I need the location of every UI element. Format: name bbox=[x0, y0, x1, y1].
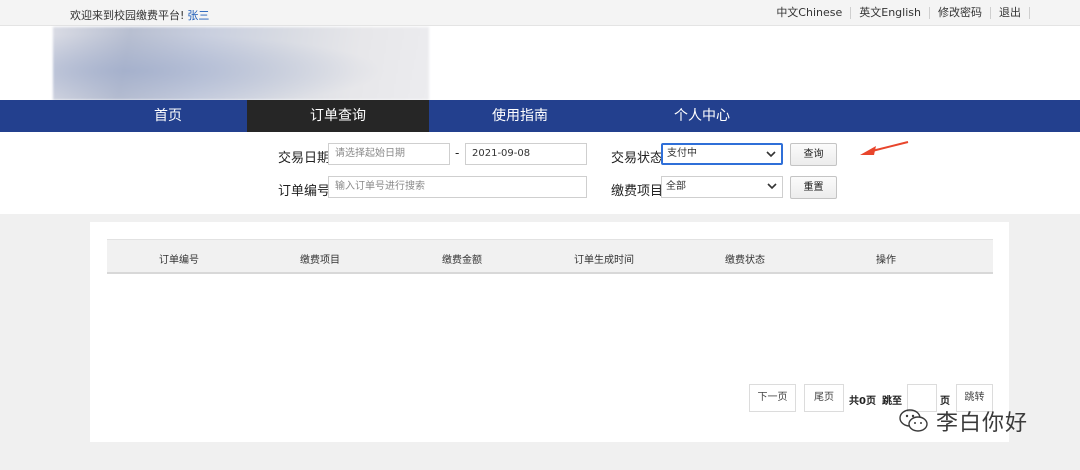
start-date-input[interactable]: 请选择起始日期 bbox=[328, 143, 450, 165]
welcome-text: 欢迎来到校园缴费平台! bbox=[70, 9, 185, 22]
nav-home[interactable]: 首页 bbox=[77, 100, 259, 132]
last-page-button[interactable]: 尾页 bbox=[804, 384, 844, 412]
next-page-button[interactable]: 下一页 bbox=[749, 384, 796, 412]
chevron-down-icon bbox=[767, 183, 777, 190]
watermark-text: 李白你好 bbox=[936, 411, 1029, 436]
col-order-number: 订单编号 bbox=[159, 255, 199, 266]
total-pages: 共0页 bbox=[849, 396, 876, 407]
order-number-label: 订单编号 bbox=[278, 184, 331, 199]
col-actions: 操作 bbox=[876, 255, 896, 266]
welcome-message: 欢迎来到校园缴费平台! 张三 bbox=[70, 7, 209, 23]
trade-status-value: 支付中 bbox=[667, 148, 697, 159]
end-date-input[interactable]: 2021-09-08 bbox=[465, 143, 587, 165]
logout-link[interactable]: 退出 bbox=[991, 7, 1030, 19]
col-payment-item: 缴费项目 bbox=[300, 255, 340, 266]
col-payment-amount: 缴费金额 bbox=[442, 255, 482, 266]
payment-item-value: 全部 bbox=[666, 181, 686, 192]
reset-button[interactable]: 重置 bbox=[790, 176, 837, 199]
user-name-link[interactable]: 张三 bbox=[187, 9, 209, 22]
trade-date-label: 交易日期 bbox=[278, 151, 331, 166]
date-separator: - bbox=[455, 146, 460, 160]
payment-item-label: 缴费项目 bbox=[611, 184, 664, 199]
top-links: 中文Chinese 英文English 修改密码 退出 bbox=[768, 7, 1030, 19]
trade-status-select[interactable]: 支付中 bbox=[661, 143, 783, 165]
payment-item-select[interactable]: 全部 bbox=[661, 176, 783, 198]
lang-chinese-link[interactable]: 中文Chinese bbox=[768, 7, 852, 19]
wechat-icon bbox=[899, 409, 928, 432]
nav-personal-center[interactable]: 个人中心 bbox=[611, 100, 793, 132]
col-payment-status: 缴费状态 bbox=[725, 255, 765, 266]
nav-user-guide[interactable]: 使用指南 bbox=[429, 100, 611, 132]
top-bar: 欢迎来到校园缴费平台! 张三 中文Chinese 英文English 修改密码 退… bbox=[0, 0, 1080, 26]
lang-english-link[interactable]: 英文English bbox=[851, 7, 930, 19]
change-password-link[interactable]: 修改密码 bbox=[930, 7, 991, 19]
trade-status-label: 交易状态 bbox=[611, 151, 664, 166]
site-banner-image bbox=[53, 27, 429, 100]
nav-order-query[interactable]: 订单查询 bbox=[247, 100, 429, 132]
col-order-time: 订单生成时间 bbox=[574, 255, 634, 266]
watermark: 李白你好 bbox=[898, 405, 1028, 437]
red-arrow-icon bbox=[860, 141, 909, 155]
order-number-input[interactable]: 输入订单号进行搜索 bbox=[328, 176, 587, 198]
table-header: 订单编号 缴费项目 缴费金额 订单生成时间 缴费状态 操作 bbox=[107, 239, 993, 274]
main-nav: 首页 订单查询 使用指南 个人中心 bbox=[0, 100, 1080, 132]
chevron-down-icon bbox=[766, 151, 776, 158]
query-button[interactable]: 查询 bbox=[790, 143, 837, 166]
